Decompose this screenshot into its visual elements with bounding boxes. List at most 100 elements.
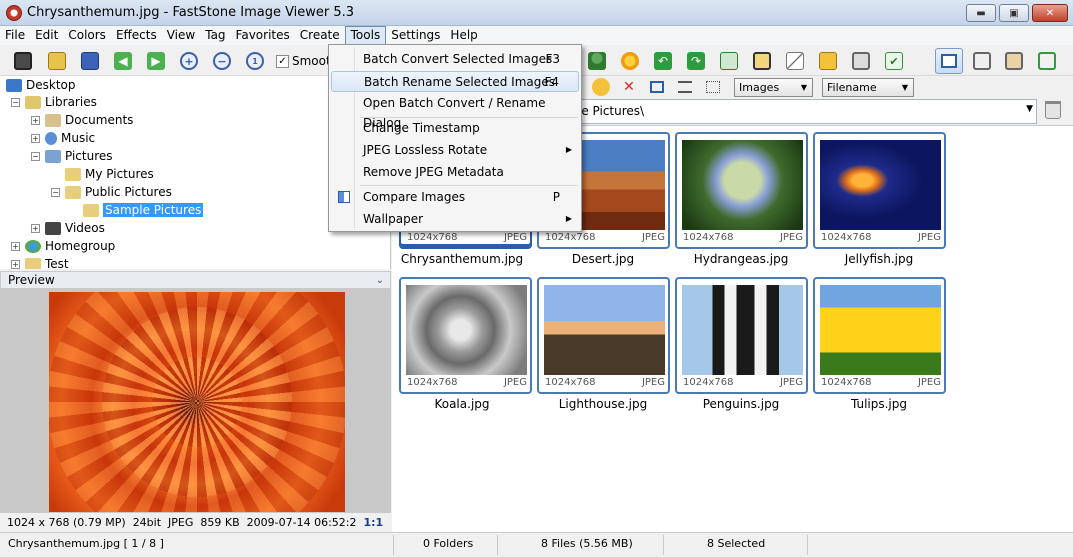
menu-favorites[interactable]: Favorites [231, 26, 295, 45]
expand-music-icon[interactable]: + [31, 134, 40, 143]
collapse-pictures-icon[interactable]: − [31, 152, 40, 161]
delete-icon[interactable]: ✕ [620, 78, 638, 96]
save-icon[interactable] [79, 50, 101, 72]
tree-node-homegroup[interactable]: Homegroup [25, 237, 115, 255]
collapse-preview-icon[interactable]: ⌄ [376, 273, 384, 289]
thumbnail-filename[interactable]: Tulips.jpg [809, 397, 949, 411]
thumbnail-card[interactable]: 1024x768 JPEG [813, 132, 946, 249]
address-dropdown-icon[interactable]: ▼ [1026, 104, 1033, 114]
camera-icon[interactable] [12, 50, 34, 72]
menu-item-wallpaper[interactable]: Wallpaper ▶ [331, 209, 579, 230]
preview-image-chrysanthemum[interactable] [49, 292, 345, 512]
status-selected: 8 Selected [707, 537, 766, 550]
resize-icon[interactable] [718, 50, 740, 72]
menu-item-jpeg-lossless-rotate[interactable]: JPEG Lossless Rotate ▶ [331, 140, 579, 161]
preview-title: Preview [8, 273, 55, 287]
sun-icon[interactable] [619, 50, 641, 72]
thumbnail-filename[interactable]: Hydrangeas.jpg [671, 252, 811, 266]
layout-browser-icon[interactable] [935, 48, 963, 74]
refresh-icon[interactable] [592, 78, 610, 96]
tree-node-videos[interactable]: Videos [45, 219, 105, 237]
menu-file[interactable]: File [0, 26, 30, 45]
zoom-in-icon[interactable]: + [178, 50, 200, 72]
trash-icon[interactable] [1045, 101, 1061, 119]
menu-help[interactable]: Help [445, 26, 482, 45]
minimize-button[interactable]: ▬ [966, 4, 996, 22]
view-list-icon[interactable] [676, 78, 694, 96]
tree-node-pictures[interactable]: Pictures [45, 147, 113, 165]
menu-view[interactable]: View [162, 26, 200, 45]
collapse-public-pictures-icon[interactable]: − [51, 188, 60, 197]
zoom-ratio-button[interactable]: 1:1 [364, 516, 384, 529]
view-mode-select[interactable]: Images ▼ [734, 78, 813, 97]
menu-item-change-timestamp[interactable]: Change Timestamp [331, 118, 579, 139]
expand-documents-icon[interactable]: + [31, 116, 40, 125]
menu-item-compare-images[interactable]: Compare Images P [331, 187, 579, 208]
thumbnail-filename[interactable]: Chrysanthemum.jpg [392, 252, 532, 266]
thumbnail-filename[interactable]: Penguins.jpg [671, 397, 811, 411]
menu-item-open-batch-dialog[interactable]: Open Batch Convert / Rename Dialog [331, 93, 579, 130]
tree-node-documents[interactable]: Documents [45, 111, 133, 129]
thumbnail-filename[interactable]: Lighthouse.jpg [533, 397, 673, 411]
smooth-checkbox[interactable]: ✓ [276, 55, 289, 68]
view-details-icon[interactable] [704, 78, 722, 96]
thumbnail-meta: 1024x768 JPEG [683, 377, 803, 388]
back-arrow-icon[interactable]: ◀ [112, 50, 134, 72]
view-thumbnails-icon[interactable] [648, 78, 666, 96]
music-icon [45, 131, 57, 145]
menu-settings[interactable]: Settings [386, 26, 445, 45]
layout-portrait-icon[interactable] [1003, 50, 1025, 72]
thumbnail-filename[interactable]: Desert.jpg [533, 252, 673, 266]
thumbnail-card[interactable]: 1024x768 JPEG [813, 277, 946, 394]
maximize-button[interactable]: ▣ [999, 4, 1029, 22]
thumbnail-filename[interactable]: Koala.jpg [392, 397, 532, 411]
menu-item-remove-jpeg-metadata[interactable]: Remove JPEG Metadata [331, 162, 579, 183]
forward-arrow-icon[interactable]: ▶ [145, 50, 167, 72]
thumbnail-card[interactable]: 1024x768 JPEG [675, 277, 808, 394]
rotate-right-icon[interactable]: ↷ [685, 50, 707, 72]
rotate-left-icon[interactable]: ↶ [652, 50, 674, 72]
expand-homegroup-icon[interactable]: + [11, 242, 20, 251]
menu-colors[interactable]: Colors [63, 26, 111, 45]
sort-by-select[interactable]: Filename ▼ [822, 78, 914, 97]
tree-node-my-pictures[interactable]: My Pictures [65, 165, 154, 183]
open-folder-icon[interactable] [46, 50, 68, 72]
thumbnail-card[interactable]: 1024x768 JPEG [399, 277, 532, 394]
menu-effects[interactable]: Effects [111, 26, 162, 45]
menu-tools[interactable]: Tools [344, 26, 387, 45]
menu-tag[interactable]: Tag [200, 26, 230, 45]
tree-node-public-pictures[interactable]: Public Pictures [65, 183, 172, 201]
app-icon[interactable] [6, 5, 22, 21]
tree-node-music[interactable]: Music [45, 129, 95, 147]
info-filesize: 859 KB [200, 516, 240, 529]
settings-check-icon[interactable]: ✔ [883, 50, 905, 72]
tree-node-sample-pictures[interactable]: Sample Pictures [83, 201, 204, 219]
close-button[interactable]: ✕ [1032, 4, 1068, 22]
expand-videos-icon[interactable]: + [31, 224, 40, 233]
thumbnail-card[interactable]: 1024x768 JPEG [537, 277, 670, 394]
draw-icon[interactable] [784, 50, 806, 72]
actual-size-icon[interactable]: 1 [244, 50, 266, 72]
tree-label: My Pictures [85, 167, 154, 181]
zoom-out-icon[interactable]: − [211, 50, 233, 72]
fit-window-icon[interactable]: ⊕ [390, 516, 391, 529]
tree-node-desktop[interactable]: Desktop [6, 76, 76, 94]
user-icon[interactable] [586, 50, 608, 72]
thumbnail-meta: 1024x768 JPEG [821, 377, 941, 388]
menu-edit[interactable]: Edit [30, 26, 63, 45]
collapse-libraries-icon[interactable]: − [11, 98, 20, 107]
email-icon[interactable] [817, 50, 839, 72]
tree-node-test[interactable]: Test [25, 255, 69, 269]
crop-icon[interactable] [751, 50, 773, 72]
fullscreen-icon[interactable] [1036, 50, 1058, 72]
tree-node-libraries[interactable]: Libraries [25, 93, 97, 111]
documents-icon [45, 113, 61, 127]
expand-test-icon[interactable]: + [11, 260, 20, 269]
menu-item-batch-convert[interactable]: Batch Convert Selected Images F3 [331, 49, 579, 70]
layout-preview-icon[interactable] [971, 50, 993, 72]
thumbnail-card[interactable]: 1024x768 JPEG [675, 132, 808, 249]
menu-item-batch-rename[interactable]: Batch Rename Selected Images F4 [331, 71, 579, 92]
menu-create[interactable]: Create [295, 26, 345, 45]
thumbnail-filename[interactable]: Jellyfish.jpg [809, 252, 949, 266]
print-icon[interactable] [850, 50, 872, 72]
